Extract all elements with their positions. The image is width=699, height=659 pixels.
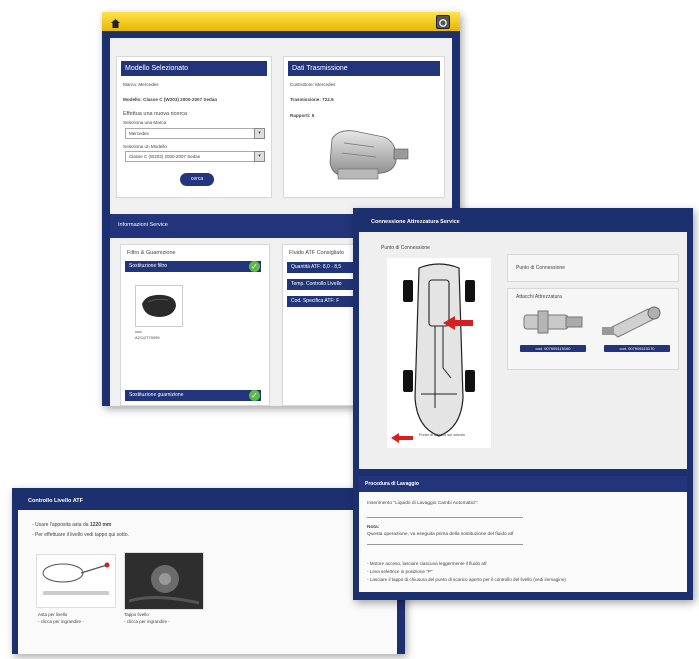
brand-select[interactable]: Mercedes ▾ [125, 128, 265, 139]
check-icon: ✓ [249, 261, 260, 272]
home-icon[interactable] [110, 16, 121, 28]
arrow-right-icon [443, 316, 473, 330]
dipstick-caption: Asta per livello [38, 612, 68, 617]
adapters-box: Attacchi Attrezzatura cod. 007905115160 … [507, 288, 679, 370]
filter-code: A2112770095 [135, 335, 160, 340]
connection-window: Connessione Attrezzatura Service Punto d… [353, 208, 693, 600]
model-line: Modello: Classe C (W203) 2000-2007 Sedan [123, 97, 218, 102]
selected-model-panel: Modello Selezionato Marca: Mercedes Mode… [116, 56, 272, 198]
brand-line: Marca: Mercedes [123, 82, 159, 87]
top-toolbar [102, 12, 460, 31]
plug-image[interactable] [124, 552, 204, 610]
adapters-title: Attacchi Attrezzatura [516, 294, 562, 300]
transmission-panel: Dati Trasmissione Costruttore: Mercedes … [283, 56, 445, 198]
plug-caption: Tappo livello [124, 612, 149, 617]
ratios-line: Rapporti: 5 [290, 113, 315, 118]
step-1: - Motore acceso, lasciare ciascuna legge… [367, 561, 487, 566]
level-line-1-value: 1220 mm [89, 522, 112, 528]
check-icon: ✓ [249, 390, 260, 401]
atf-title: Fluido ATF Consigliato [289, 250, 344, 256]
model-select-value: Classe C (W203) 2000-2007 Sedan [129, 154, 201, 159]
filter-code-label: cod. [135, 329, 143, 334]
divider [367, 544, 523, 545]
filters-panel: Filtro & Guarnizione Sostituzione filtro… [120, 244, 270, 406]
level-check-window: Controllo Livello ATF - Usare l'apposita… [12, 488, 405, 654]
level-check-title: Controllo Livello ATF [28, 498, 83, 504]
divider [367, 517, 523, 518]
transmission-line: Trasmissione: 722.6 [290, 97, 334, 102]
filters-title: Filtro & Guarnizione [127, 250, 176, 256]
filter-replace-bar[interactable]: Sostituzione filtro [125, 261, 261, 272]
note-label: Nota: [367, 525, 380, 530]
new-search-label: Effettua una nuova ricerca [123, 111, 188, 117]
brand-select-value: Mercedes [129, 131, 149, 136]
note-text: Questa operazione, va eseguita prima del… [367, 532, 514, 537]
search-button[interactable]: cerca [180, 173, 214, 186]
connection-point-title: Punto di Connessione [381, 245, 430, 251]
service-info-title: Informazioni Service [118, 222, 168, 228]
step-3: - Lasciare il tappo di chiusura del punt… [367, 577, 566, 582]
dipstick-sub: - clicca per ingrandire - [38, 619, 84, 624]
adapter-code-1[interactable]: cod. 007905115160 [520, 345, 586, 352]
selected-model-header: Modello Selezionato [121, 61, 267, 76]
step-2: - Leva selettrice in posizione "P" [367, 569, 433, 574]
adapter-image-2 [598, 301, 670, 341]
car-caption: Punto di attacco sul veicolo [419, 433, 466, 437]
model-select-label: Seleziona un Modello [123, 144, 167, 149]
connection-title: Connessione Attrezzatura Service [371, 219, 460, 225]
chevron-down-icon[interactable]: ▾ [254, 128, 265, 139]
adapter-code-2[interactable]: cod. 007905115170 [604, 345, 670, 352]
procedure-intro: Inserimento "Liquido di Lavaggio Cambi A… [367, 501, 479, 506]
procedure-bar: Procedura di Lavaggio [359, 476, 687, 492]
gasket-replace-bar[interactable]: Sostituzione guarnizione [125, 390, 261, 401]
level-line-1: - Usare l'apposita asta da 1220 mm [32, 522, 111, 528]
dipstick-image[interactable] [36, 554, 116, 608]
maker-line: Costruttore: Mercedes [290, 82, 336, 87]
connection-point-box: Punto di Connessione [507, 254, 679, 282]
brand-select-label: Seleziona una Marca [123, 120, 167, 125]
model-select[interactable]: Classe C (W203) 2000-2007 Sedan ▾ [125, 151, 265, 162]
transmission-header: Dati Trasmissione [288, 61, 440, 76]
plug-sub: - clicca per ingrandire - [124, 619, 170, 624]
procedure-title: Procedura di Lavaggio [365, 481, 419, 487]
chevron-down-icon[interactable]: ▾ [254, 151, 265, 162]
filter-image [135, 285, 183, 327]
arrow-left-icon [391, 430, 413, 443]
car-diagram [387, 258, 491, 448]
level-line-2: - Per effettuare il livello vedi tappo q… [32, 532, 129, 538]
settings-icon[interactable] [436, 15, 450, 29]
transmission-image [324, 125, 414, 185]
connection-point-label: Punto di Connessione [516, 265, 565, 271]
level-line-1-prefix: - Usare l'apposita asta da [32, 522, 89, 528]
adapter-image-1 [516, 303, 588, 341]
